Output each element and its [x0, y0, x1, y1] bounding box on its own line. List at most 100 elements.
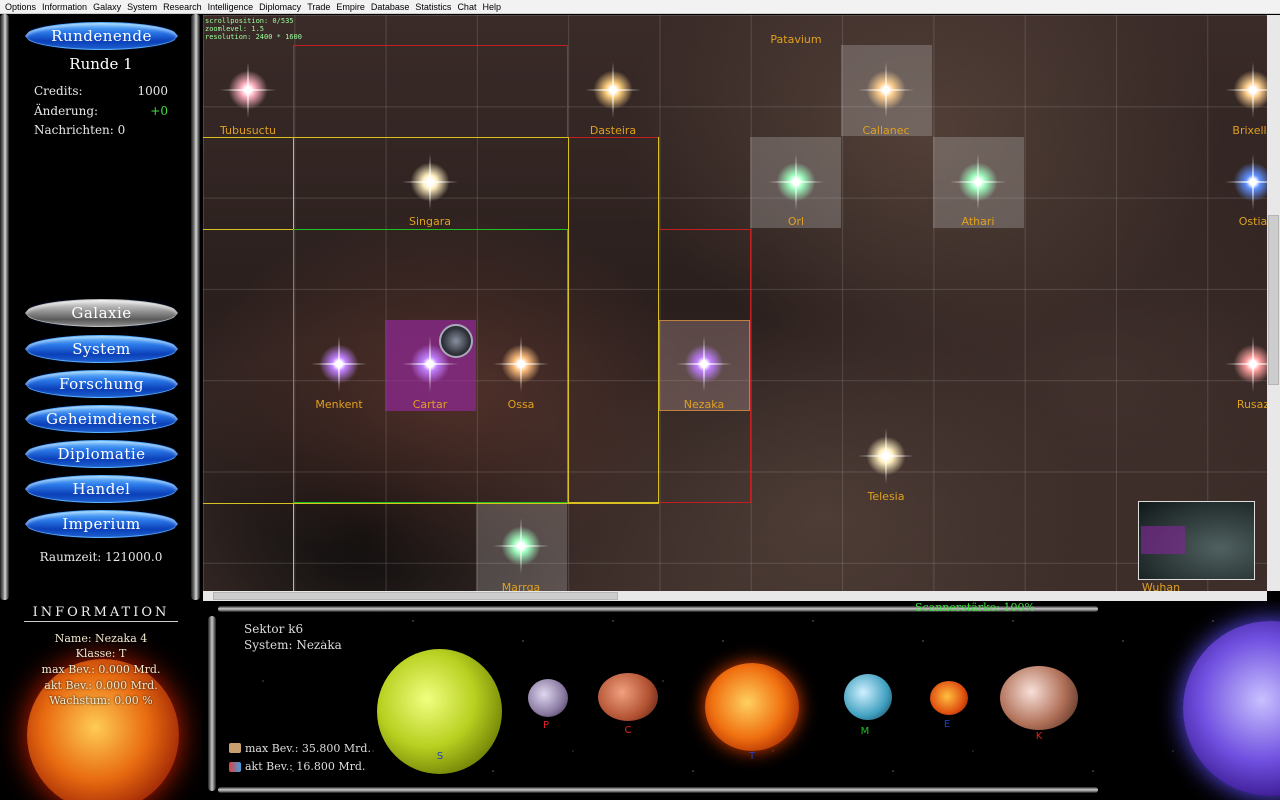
label-callanec: Callanec: [862, 124, 910, 137]
menu-trade[interactable]: Trade: [304, 2, 333, 12]
right-rail: [191, 14, 200, 600]
vertical-scrollbar[interactable]: [1267, 15, 1280, 591]
label-nezaka: Nezaka: [683, 398, 725, 411]
population-current-icon: [229, 762, 241, 772]
nav-trade-button[interactable]: Handel: [25, 475, 178, 503]
planet-e-class: E: [943, 719, 951, 730]
round-label: Runde 1: [69, 55, 133, 73]
star-dasteira[interactable]: [590, 67, 636, 113]
star-nezaka[interactable]: [681, 341, 727, 387]
menu-options[interactable]: Options: [0, 2, 39, 12]
planet-t-class: T: [748, 751, 756, 762]
info-cur-pop: akt Bev.: 0.000 Mrd.: [44, 679, 158, 692]
label-rusaz: Rusaz: [1236, 398, 1267, 411]
system-panel: Scannerstärke: 100% Sektor k6 System: Ne…: [203, 601, 1280, 800]
planet-k[interactable]: [1000, 666, 1078, 730]
minimap-viewport[interactable]: [1141, 526, 1185, 554]
planet-p-class: P: [542, 720, 550, 731]
menu-diplomacy[interactable]: Diplomacy: [256, 2, 304, 12]
menu-help[interactable]: Help: [479, 2, 504, 12]
star-athari[interactable]: [955, 159, 1001, 205]
label-tubusuctu: Tubusuctu: [219, 124, 277, 137]
change-label: Änderung:: [34, 104, 99, 118]
label-telesia: Telesia: [867, 490, 905, 503]
nav-intelligence-button[interactable]: Geheimdienst: [25, 405, 178, 433]
label-patavium: Patavium: [770, 33, 822, 46]
messages-label[interactable]: Nachrichten: 0: [34, 123, 125, 137]
system-max-pop: max Bev.: 35.800 Mrd.: [245, 742, 371, 755]
border-yellow-lower: [293, 503, 294, 591]
info-header: INFORMATION: [32, 605, 170, 620]
star-menkent[interactable]: [316, 341, 362, 387]
credits-value: 1000: [137, 84, 168, 98]
star-marrga[interactable]: [498, 523, 544, 569]
star-singara[interactable]: [407, 159, 453, 205]
vscroll-thumb[interactable]: [1268, 215, 1279, 385]
spacetime-label: Raumzeit: 121000.0: [39, 550, 163, 564]
planet-c-class: C: [624, 725, 632, 736]
nav-galaxy-button[interactable]: Galaxie: [25, 299, 178, 327]
border-yellow-left: [293, 137, 294, 229]
star-callanec[interactable]: [863, 67, 909, 113]
star-ossa[interactable]: [498, 341, 544, 387]
label-marrga: Marrga: [501, 581, 541, 591]
info-class: Klasse: T: [75, 647, 127, 660]
nav-diplomacy-button[interactable]: Diplomatie: [25, 440, 178, 468]
nav-system-button[interactable]: System: [25, 335, 178, 363]
bottom-bar: [218, 787, 1098, 793]
label-cartar: Cartar: [412, 398, 448, 411]
side-rail: [208, 616, 216, 791]
menu-statistics[interactable]: Statistics: [412, 2, 454, 12]
menu-galaxy[interactable]: Galaxy: [90, 2, 124, 12]
menu-information[interactable]: Information: [39, 2, 90, 12]
star-telesia[interactable]: [863, 433, 909, 479]
planet-t[interactable]: [705, 663, 799, 751]
minimap[interactable]: [1138, 501, 1255, 580]
horizontal-scrollbar[interactable]: [203, 591, 1267, 601]
border-red-top: [293, 45, 568, 137]
planet-e[interactable]: [930, 681, 968, 715]
info-divider: [24, 621, 178, 622]
change-value: +0: [150, 104, 168, 118]
menu-system[interactable]: System: [124, 2, 160, 12]
label-dasteira: Dasteira: [589, 124, 637, 137]
star-orl[interactable]: [773, 159, 819, 205]
credits-label: Credits:: [34, 84, 83, 98]
planet-c[interactable]: [598, 673, 658, 721]
info-panel: INFORMATION Name: Nezaka 4 Klasse: T max…: [0, 601, 202, 800]
menu-chat[interactable]: Chat: [454, 2, 479, 12]
sector-label: Sektor k6: [244, 622, 304, 636]
fleet-icon[interactable]: [439, 324, 473, 358]
system-label: System: Nezaka: [244, 638, 342, 652]
label-wuhan: Wuhan: [1141, 581, 1181, 591]
menu-research[interactable]: Research: [160, 2, 205, 12]
scanner-strength: Scannerstärke: 100%: [915, 601, 1035, 614]
border-yellow-top: [203, 137, 568, 229]
label-orl: Orl: [787, 215, 805, 228]
label-singara: Singara: [409, 215, 451, 228]
menu-bar: Options Information Galaxy System Resear…: [0, 0, 1280, 14]
planet-m[interactable]: [844, 674, 892, 720]
debug-zoom: zoomlevel: 1.5: [205, 25, 265, 33]
nav-research-button[interactable]: Forschung: [25, 370, 178, 398]
border-yellow-bottom: [203, 503, 659, 504]
menu-empire[interactable]: Empire: [333, 2, 368, 12]
info-max-pop: max Bev.: 0.000 Mrd.: [41, 663, 161, 676]
system-cur-pop: akt Bev.: 16.800 Mrd.: [245, 760, 366, 773]
star-tubusuctu[interactable]: [225, 67, 271, 113]
menu-database[interactable]: Database: [368, 2, 413, 12]
info-growth: Wachstum: 0.00 %: [49, 694, 153, 707]
info-name: Name: Nezaka 4: [54, 632, 148, 645]
label-ostia: Ostia: [1238, 215, 1267, 228]
population-icon: [229, 743, 241, 753]
left-rail: [0, 14, 9, 600]
planet-s-class: S: [436, 751, 444, 762]
end-turn-button[interactable]: Rundenende: [25, 22, 178, 50]
menu-intelligence[interactable]: Intelligence: [205, 2, 257, 12]
galaxy-map[interactable]: Tubusuctu Dasteira Patavium Callanec Bri…: [203, 15, 1267, 591]
nav-empire-button[interactable]: Imperium: [25, 510, 178, 538]
hscroll-thumb[interactable]: [213, 592, 618, 600]
border-yellow-right: [568, 137, 659, 503]
planet-p[interactable]: [528, 679, 568, 717]
debug-scroll: scrollposition: 0/535: [205, 17, 294, 25]
